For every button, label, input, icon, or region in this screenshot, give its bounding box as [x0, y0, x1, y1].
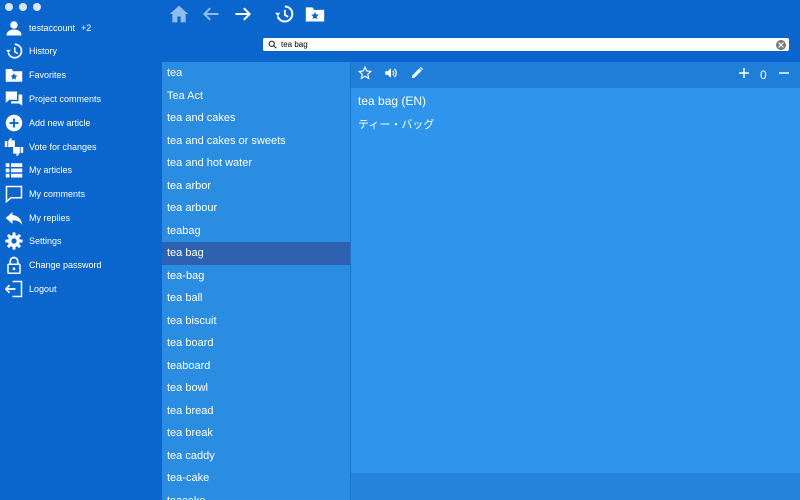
- favorite-button[interactable]: [357, 65, 373, 85]
- close-icon: [778, 41, 784, 48]
- list-item[interactable]: tea and cakes or sweets: [162, 130, 350, 153]
- home-icon: [169, 4, 189, 29]
- sidebar-item-favorites[interactable]: Favorites: [0, 64, 162, 86]
- decrease-button[interactable]: [776, 67, 792, 83]
- list-item[interactable]: tea arbour: [162, 197, 350, 220]
- article-pane: 0 tea bag (EN) ティー・バッグ: [350, 62, 800, 500]
- pencil-icon: [410, 66, 424, 85]
- list-item[interactable]: Tea Act: [162, 85, 350, 108]
- sidebar-item-label: Settings: [29, 236, 62, 246]
- speaker-icon: [384, 66, 398, 85]
- list-item[interactable]: tea bowl: [162, 377, 350, 400]
- increase-button[interactable]: [736, 67, 752, 83]
- list-item[interactable]: teacake: [162, 490, 350, 500]
- rating-count: 0: [760, 68, 767, 82]
- list-item[interactable]: teabag: [162, 220, 350, 243]
- article-footer: [351, 473, 800, 500]
- article-translation: ティー・バッグ: [358, 119, 435, 131]
- back-button[interactable]: [200, 5, 222, 27]
- back-arrow-icon: [201, 4, 221, 29]
- list-item[interactable]: tea biscuit: [162, 310, 350, 333]
- vote-icon: [4, 137, 24, 157]
- sidebar-item-label: Vote for changes: [29, 142, 97, 152]
- list-item[interactable]: tea break: [162, 422, 350, 445]
- article-headword: tea bag (EN): [358, 94, 427, 108]
- toolbar-history-button[interactable]: [273, 5, 295, 27]
- sidebar-item-add-new-article[interactable]: Add new article: [0, 112, 162, 134]
- list-item[interactable]: tea: [162, 62, 350, 85]
- favorites-folder-icon: [305, 4, 325, 29]
- account-switcher[interactable]: testaccount +2: [0, 17, 162, 39]
- list-item[interactable]: tea bread: [162, 400, 350, 423]
- close-window-button[interactable]: [5, 3, 13, 11]
- sidebar-item-label: History: [29, 46, 58, 56]
- sidebar-item-label: My articles: [29, 165, 73, 175]
- favorites-folder-icon: [4, 65, 24, 85]
- word-list: tea Tea Act tea and cakes tea and cakes …: [162, 62, 350, 500]
- list-item[interactable]: tea and cakes: [162, 107, 350, 130]
- list-item[interactable]: tea ball: [162, 287, 350, 310]
- minus-icon: [778, 66, 790, 84]
- sidebar-item-my-articles[interactable]: My articles: [0, 159, 162, 181]
- sidebar-item-label: My comments: [29, 189, 86, 199]
- sidebar-item-label: Logout: [29, 284, 57, 294]
- sidebar: testaccount +2 History Favorites Project …: [0, 0, 162, 500]
- window-controls: [5, 3, 41, 11]
- toolbar-favorites-button[interactable]: [304, 5, 326, 27]
- sidebar-item-project-comments[interactable]: Project comments: [0, 88, 162, 110]
- list-item[interactable]: tea caddy: [162, 445, 350, 468]
- logout-icon: [4, 279, 24, 299]
- search-input[interactable]: [278, 38, 776, 51]
- list-item[interactable]: tea arbor: [162, 175, 350, 198]
- forward-arrow-icon: [233, 4, 253, 29]
- comment-icon: [4, 184, 24, 204]
- sidebar-item-vote-for-changes[interactable]: Vote for changes: [0, 136, 162, 158]
- plus-icon: [738, 66, 750, 84]
- search-bar: [263, 38, 789, 51]
- list-item[interactable]: teaboard: [162, 355, 350, 378]
- sidebar-item-label: Favorites: [29, 70, 67, 80]
- sidebar-item-label: My replies: [29, 213, 71, 223]
- sidebar-item-history[interactable]: History: [0, 40, 162, 62]
- comments-icon: [4, 89, 24, 109]
- minimize-window-button[interactable]: [19, 3, 27, 11]
- search-icon: [266, 39, 278, 51]
- edit-button[interactable]: [409, 66, 425, 85]
- add-circle-icon: [4, 113, 24, 133]
- list-item-selected[interactable]: tea bag: [162, 242, 350, 265]
- sidebar-item-my-comments[interactable]: My comments: [0, 183, 162, 205]
- lock-icon: [4, 255, 24, 275]
- top-toolbar: [162, 0, 800, 62]
- reply-icon: [4, 208, 24, 228]
- list-item[interactable]: tea-bag: [162, 265, 350, 288]
- list-item[interactable]: tea board: [162, 332, 350, 355]
- home-button[interactable]: [168, 5, 190, 27]
- star-icon: [357, 65, 373, 85]
- account-name: testaccount: [29, 23, 76, 33]
- sidebar-item-label: Project comments: [29, 94, 102, 104]
- gear-icon: [4, 231, 24, 251]
- sidebar-item-change-password[interactable]: Change password: [0, 254, 162, 276]
- list-item[interactable]: tea and hot water: [162, 152, 350, 175]
- list-icon: [4, 160, 24, 180]
- history-icon: [4, 41, 24, 61]
- account-extra-count: +2: [81, 23, 92, 33]
- forward-button[interactable]: [232, 5, 254, 27]
- clear-search-button[interactable]: [776, 39, 786, 50]
- sidebar-item-label: Add new article: [29, 118, 91, 128]
- list-item[interactable]: tea-cake: [162, 467, 350, 490]
- account-label: testaccount +2: [29, 23, 91, 33]
- zoom-window-button[interactable]: [33, 3, 41, 11]
- sidebar-item-settings[interactable]: Settings: [0, 230, 162, 252]
- history-icon: [274, 4, 294, 29]
- sidebar-item-label: Change password: [29, 260, 102, 270]
- article-toolbar: 0: [351, 62, 800, 88]
- sidebar-item-my-replies[interactable]: My replies: [0, 207, 162, 229]
- user-icon: [4, 18, 24, 38]
- pronounce-button[interactable]: [383, 67, 399, 83]
- sidebar-item-logout[interactable]: Logout: [0, 278, 162, 300]
